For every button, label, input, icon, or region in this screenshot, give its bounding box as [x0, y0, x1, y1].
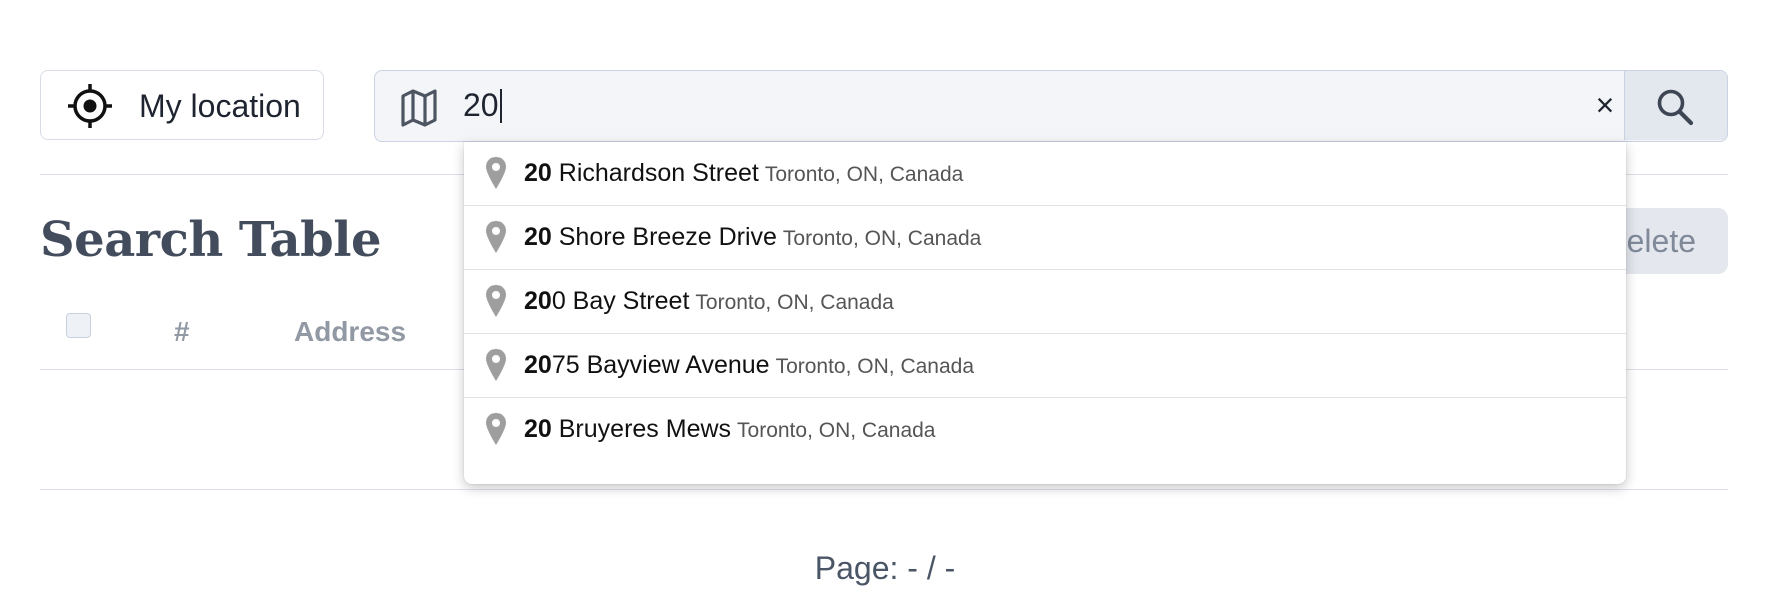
suggestion-street: 0 Bay Street	[551, 287, 690, 315]
suggestion-text: 20 Richardson Street Toronto, ON, Canada	[524, 142, 963, 208]
suggestion-text: 200 Bay Street Toronto, ON, Canada	[524, 270, 894, 336]
map-pin-icon	[486, 349, 506, 381]
select-all-checkbox[interactable]	[66, 313, 91, 338]
search-input[interactable]: 20	[463, 71, 502, 140]
address-search-box[interactable]: 20 ×	[374, 70, 1728, 142]
suggestion-match: 20	[524, 351, 552, 379]
column-header-index[interactable]: #	[174, 316, 190, 348]
suggestion-match: 20	[524, 159, 552, 187]
suggestion-match: 20	[524, 415, 552, 443]
crosshair-icon	[68, 84, 112, 128]
suggestion-secondary: Toronto, ON, Canada	[737, 419, 936, 442]
suggestion-item[interactable]: 200 Bay Street Toronto, ON, Canada	[464, 270, 1626, 334]
map-pin-icon	[486, 221, 506, 253]
my-location-button[interactable]: My location	[40, 70, 324, 140]
suggestion-item[interactable]: 20 Shore Breeze Drive Toronto, ON, Canada	[464, 206, 1626, 270]
map-pin-icon	[486, 285, 506, 317]
page-title: Search Table	[40, 212, 382, 268]
suggestion-item[interactable]: 20 Bruyeres Mews Toronto, ON, Canada	[464, 398, 1626, 462]
my-location-label: My location	[139, 88, 301, 124]
suggestion-street: Richardson Street	[551, 159, 759, 187]
autocomplete-dropdown: 20 Richardson Street Toronto, ON, Canada …	[464, 142, 1626, 484]
pagination-status: Page: - / -	[814, 550, 956, 586]
suggestion-item[interactable]: 20 Richardson Street Toronto, ON, Canada	[464, 142, 1626, 206]
map-icon	[401, 89, 437, 127]
suggestion-text: 2075 Bayview Avenue Toronto, ON, Canada	[524, 334, 974, 400]
suggestion-match: 20	[524, 223, 552, 251]
suggestion-street: 75 Bayview Avenue	[551, 351, 770, 379]
map-pin-icon	[486, 157, 506, 189]
search-icon	[1657, 89, 1694, 126]
suggestion-item[interactable]: 2075 Bayview Avenue Toronto, ON, Canada	[464, 334, 1626, 398]
suggestion-secondary: Toronto, ON, Canada	[775, 355, 975, 378]
table-bottom-divider	[40, 489, 1728, 490]
suggestion-secondary: Toronto, ON, Canada	[782, 227, 982, 250]
suggestion-match: 20	[524, 287, 552, 315]
suggestion-secondary: Toronto, ON, Canada	[695, 291, 894, 314]
column-header-address[interactable]: Address	[294, 316, 406, 348]
suggestion-text: 20 Shore Breeze Drive Toronto, ON, Canada	[524, 206, 981, 272]
suggestion-secondary: Toronto, ON, Canada	[764, 163, 964, 186]
suggestion-text: 20 Bruyeres Mews Toronto, ON, Canada	[524, 398, 935, 464]
search-input-value: 20	[463, 87, 499, 123]
clear-search-button[interactable]: ×	[1581, 71, 1629, 140]
suggestion-street: Bruyeres Mews	[551, 415, 732, 443]
search-submit-button[interactable]	[1624, 71, 1727, 140]
map-pin-icon	[486, 413, 506, 445]
text-cursor	[499, 88, 502, 123]
suggestion-street: Shore Breeze Drive	[551, 223, 777, 251]
